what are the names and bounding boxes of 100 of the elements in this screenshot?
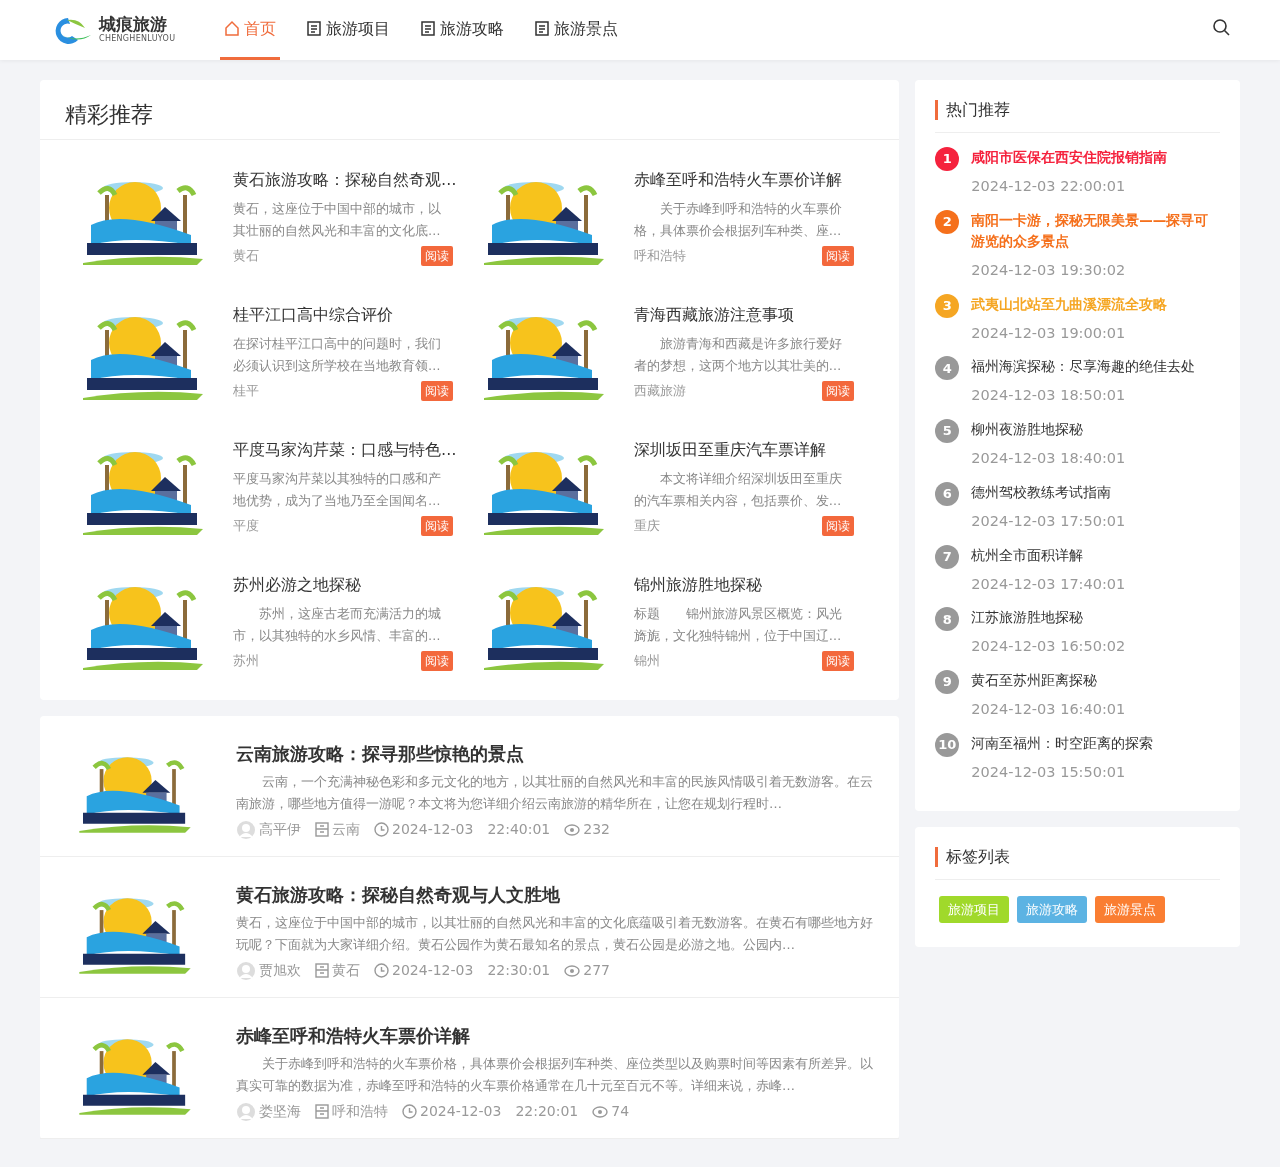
read-button[interactable]: 阅读 <box>421 246 453 267</box>
category-tag[interactable]: 苏州 <box>233 651 259 671</box>
rank-badge: 4 <box>935 356 960 381</box>
category-tag[interactable]: 呼和浩特 <box>633 246 686 266</box>
tag-button[interactable]: 旅游景点 <box>1095 895 1166 923</box>
hot-article-link[interactable]: 黄石至苏州距离探秘 <box>971 670 1126 691</box>
rank-badge: 10 <box>935 732 960 757</box>
avatar-icon <box>236 819 256 840</box>
article-title[interactable]: 锦州旅游胜地探秘 <box>633 573 854 598</box>
post-time: 2024-12-03 18:50:01 <box>971 386 1127 406</box>
rank-badge: 7 <box>935 544 960 569</box>
article-title[interactable]: 赤峰至呼和浩特火车票价详解 <box>633 168 854 193</box>
search-icon <box>1212 18 1230 36</box>
author-name: 高平伊 <box>259 820 301 839</box>
post-time: 2024-12-03 22:00:01 <box>971 177 1127 196</box>
post-time: 2024-12-03 16:50:02 <box>971 637 1126 657</box>
category-label[interactable]: 黄石 <box>332 960 360 981</box>
home-icon <box>224 20 241 37</box>
article-excerpt: 平度马家沟芹菜以其独特的口感和产地优势，成为了当地乃至全国闻名… <box>233 470 442 511</box>
tag-button[interactable]: 旅游攻略 <box>1017 895 1088 923</box>
hot-article-link[interactable]: 福州海滨探秘：尽享海趣的绝佳去处 <box>971 356 1196 378</box>
post-time: 2024-12-03 15:50:01 <box>971 762 1127 782</box>
read-button[interactable]: 阅读 <box>821 651 854 672</box>
post-time: 2024-12-03 17:40:01 <box>971 574 1126 594</box>
hot-article-link[interactable]: 河南至福州：时空距离的探索 <box>971 732 1154 754</box>
read-button[interactable]: 阅读 <box>821 381 854 402</box>
avatar-icon <box>236 1101 256 1122</box>
post-time: 22:30:01 <box>487 961 551 980</box>
view-count: 277 <box>583 961 610 980</box>
hot-article-link[interactable]: 咸阳市医保在西安住院报销指南 <box>971 147 1168 168</box>
article-title[interactable]: 桂平江口高中综合评价 <box>233 303 453 328</box>
article-excerpt: 黄石，这座位于中国中部的城市，以其壮丽的自然风光和丰富的文化底蕴吸引着无数游客。在黄石有哪些地方好玩呢？下面就为大家详细介绍。黄石公园作为黄石最知名的景点，黄石公园是必游之地。公园内… <box>236 914 874 954</box>
section-title: 精彩推荐 <box>40 80 900 140</box>
read-button[interactable]: 阅读 <box>421 516 453 537</box>
rank-badge: 2 <box>935 209 960 234</box>
post-time: 22:40:01 <box>487 820 551 839</box>
read-button[interactable]: 阅读 <box>421 651 453 672</box>
article-title[interactable]: 苏州必游之地探秘 <box>233 573 453 598</box>
nav-tab[interactable]: 旅游景点 <box>530 0 623 60</box>
category-tag[interactable]: 锦州 <box>633 651 660 671</box>
article-excerpt: 标题 锦州旅游风景区概览：风光旖旎，文化独特锦州，位于中国辽… <box>633 605 843 646</box>
category-label[interactable]: 云南 <box>332 819 360 840</box>
article-title[interactable]: 黄石旅游攻略：探秘自然奇观与人文胜地 <box>236 881 875 908</box>
article-excerpt: 旅游青海和西藏是许多旅行爱好者的梦想，这两个地方以其壮美的… <box>633 335 843 376</box>
article-title[interactable]: 赤峰至呼和浩特火车票价详解 <box>236 1022 875 1049</box>
post-date: 2024-12-03 <box>392 820 474 839</box>
view-count: 74 <box>611 1102 630 1121</box>
tag-button[interactable]: 旅游项目 <box>939 895 1010 923</box>
nav-tab[interactable]: 旅游项目 <box>302 0 395 60</box>
article-title[interactable]: 深圳坂田至重庆汽车票详解 <box>633 438 854 463</box>
eye-icon <box>592 1105 609 1118</box>
logo-name: 城痕旅游 <box>99 15 168 33</box>
rank-badge: 5 <box>935 419 960 443</box>
read-button[interactable]: 阅读 <box>821 246 854 267</box>
author-name: 贾旭欢 <box>259 961 301 980</box>
clock-icon <box>374 963 389 978</box>
category-tag[interactable]: 平度 <box>233 516 259 536</box>
article-excerpt: 关于赤峰到呼和浩特的火车票价格，具体票价会根据列车种类、座… <box>633 200 843 241</box>
category-label[interactable]: 呼和浩特 <box>332 1101 388 1122</box>
read-button[interactable]: 阅读 <box>421 381 453 402</box>
hot-article-link[interactable]: 江苏旅游胜地探秘 <box>971 607 1126 629</box>
article-title[interactable]: 青海西藏旅游注意事项 <box>633 303 854 328</box>
logo-subtitle: CHENGHENLUYOU <box>99 33 176 45</box>
document-icon <box>534 20 551 37</box>
sidebar-title: 标签列表 <box>935 846 1220 867</box>
article-title[interactable]: 黄石旅游攻略：探秘自然奇观… <box>233 168 453 193</box>
document-icon <box>306 20 323 37</box>
article-excerpt: 本文将详细介绍深圳坂田至重庆的汽车票相关内容，包括票价、发… <box>633 470 843 511</box>
rank-badge: 9 <box>935 670 960 694</box>
article-excerpt: 云南，一个充满神秘色彩和多元文化的地方，以其壮丽的自然风光和丰富的民族风情吸引着无数游客。在云南旅游，哪些地方值得一游呢？本文将为您详细介绍云南旅游的精华所在，让您在规划行程时… <box>236 773 874 813</box>
article-excerpt: 在探讨桂平江口高中的问题时，我们必须认识到这所学校在当地教育领… <box>233 335 442 376</box>
article-excerpt: 黄石，这座位于中国中部的城市，以其壮丽的自然风光和丰富的文化底… <box>233 200 442 241</box>
category-tag[interactable]: 重庆 <box>633 516 660 536</box>
post-time: 2024-12-03 19:30:02 <box>971 260 1127 280</box>
hot-article-link[interactable]: 柳州夜游胜地探秘 <box>971 419 1126 440</box>
hot-article-link[interactable]: 南阳一卡游，探秘无限美景——探寻可游览的众多景点 <box>971 209 1220 252</box>
author-name: 娄坚海 <box>259 1102 301 1121</box>
post-time: 2024-12-03 19:00:01 <box>971 323 1127 343</box>
article-excerpt: 苏州，这座古老而充满活力的城市，以其独特的水乡风情、丰富的… <box>233 605 442 646</box>
category-tag[interactable]: 桂平 <box>233 381 259 401</box>
nav-tab[interactable]: 首页 <box>220 0 281 60</box>
rank-badge: 8 <box>935 607 960 632</box>
nav-tab[interactable]: 旅游攻略 <box>416 0 509 60</box>
article-title[interactable]: 云南旅游攻略：探寻那些惊艳的景点 <box>236 740 875 767</box>
clock-icon <box>374 822 389 837</box>
sidebar-title: 热门推荐 <box>935 100 1220 120</box>
hot-article-link[interactable]: 杭州全市面积详解 <box>971 544 1126 566</box>
post-date: 2024-12-03 <box>392 961 474 980</box>
hot-article-link[interactable]: 武夷山北站至九曲溪漂流全攻略 <box>971 293 1168 315</box>
hot-article-link[interactable]: 德州驾校教练考试指南 <box>971 481 1126 503</box>
post-time: 2024-12-03 18:40:01 <box>971 449 1126 468</box>
clock-icon <box>402 1104 417 1119</box>
article-title[interactable]: 平度马家沟芹菜：口感与特色… <box>233 438 453 463</box>
avatar-icon <box>236 960 256 981</box>
category-tag[interactable]: 西藏旅游 <box>633 381 686 401</box>
post-time: 2024-12-03 17:50:01 <box>971 511 1126 531</box>
document-icon <box>420 20 437 37</box>
read-button[interactable]: 阅读 <box>821 516 854 537</box>
article-excerpt: 关于赤峰到呼和浩特的火车票价格，具体票价会根据列车种类、座位类型以及购票时间等因素有所差异。以真实可靠的数据为准，赤峰至呼和浩特的火车票价格通常在几十元至百元不等。详细来说，赤峰… <box>236 1055 874 1095</box>
category-tag[interactable]: 黄石 <box>233 246 259 266</box>
